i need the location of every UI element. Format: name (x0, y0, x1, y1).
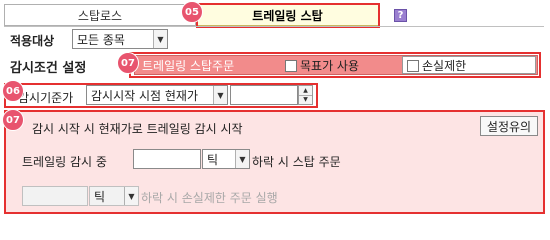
trailing-suffix-text: 하락 시 스탑 주문 (252, 155, 341, 169)
chevron-down-icon: ▼ (213, 86, 227, 104)
chevron-down-icon: ▼ (235, 150, 249, 168)
step-badge-standard: 06 (2, 80, 24, 102)
trailing-start-text: 감시 시작 시 현재가로 트레일링 감시 시작 (32, 122, 243, 136)
tab-divider (4, 26, 544, 27)
loss-unit-select[interactable]: 틱 ▼ (89, 186, 139, 206)
chevron-down-icon: ▼ (124, 187, 138, 205)
tab-stop-loss[interactable]: 스탑로스 (4, 4, 196, 26)
loss-unit-value: 틱 (94, 189, 106, 204)
arrow-up-icon[interactable]: ▲ (299, 86, 312, 95)
stop-loss-label: 손실제한 (422, 59, 467, 73)
help-icon[interactable]: ? (394, 9, 407, 22)
loss-suffix-text: 하락 시 손실제한 주문 실행 (141, 191, 278, 205)
apply-target-value: 모든 종목 (77, 32, 125, 47)
trailing-unit-value: 틱 (207, 152, 219, 167)
standard-price-input[interactable] (230, 85, 298, 105)
step-badge-main: 07 (2, 109, 24, 131)
standard-price-select[interactable]: 감시시작 시점 현재가 ▼ (86, 85, 228, 105)
tab-trailing-stop[interactable]: 트레일링 스탑 (196, 4, 379, 26)
chevron-down-icon: ▼ (153, 30, 167, 48)
checkbox-icon (407, 59, 419, 72)
standard-price-label: 감시기준가 (18, 91, 74, 105)
target-price-label: 목표가 사용 (300, 59, 360, 73)
apply-target-select[interactable]: 모든 종목 ▼ (72, 29, 168, 49)
trailing-unit-select[interactable]: 틱 ▼ (202, 149, 250, 169)
arrow-down-icon[interactable]: ▼ (299, 94, 312, 105)
checkbox-icon (285, 59, 297, 72)
step-badge-tab: 05 (181, 1, 203, 23)
trailing-amount-input[interactable] (133, 149, 201, 169)
standard-price-stepper[interactable]: ▲ ▼ (298, 85, 313, 105)
stop-loss-checkbox[interactable]: 손실제한 (407, 57, 466, 74)
trailing-watch-label: 트레일링 감시 중 (22, 155, 107, 169)
trailing-order-label: 트레일링 스탑주문 (142, 59, 235, 73)
step-badge-condition: 07 (117, 52, 139, 74)
caution-button[interactable]: 설정유의 (480, 116, 538, 136)
tab-trailing-stop-label: 트레일링 스탑 (252, 8, 323, 23)
apply-target-label: 적용대상 (10, 34, 55, 48)
standard-price-value: 감시시작 시점 현재가 (91, 88, 198, 103)
loss-amount-input[interactable] (22, 186, 88, 206)
condition-label: 감시조건 설정 (10, 61, 87, 76)
target-price-checkbox[interactable]: 목표가 사용 (285, 57, 359, 74)
tab-stop-loss-label: 스탑로스 (77, 8, 123, 23)
